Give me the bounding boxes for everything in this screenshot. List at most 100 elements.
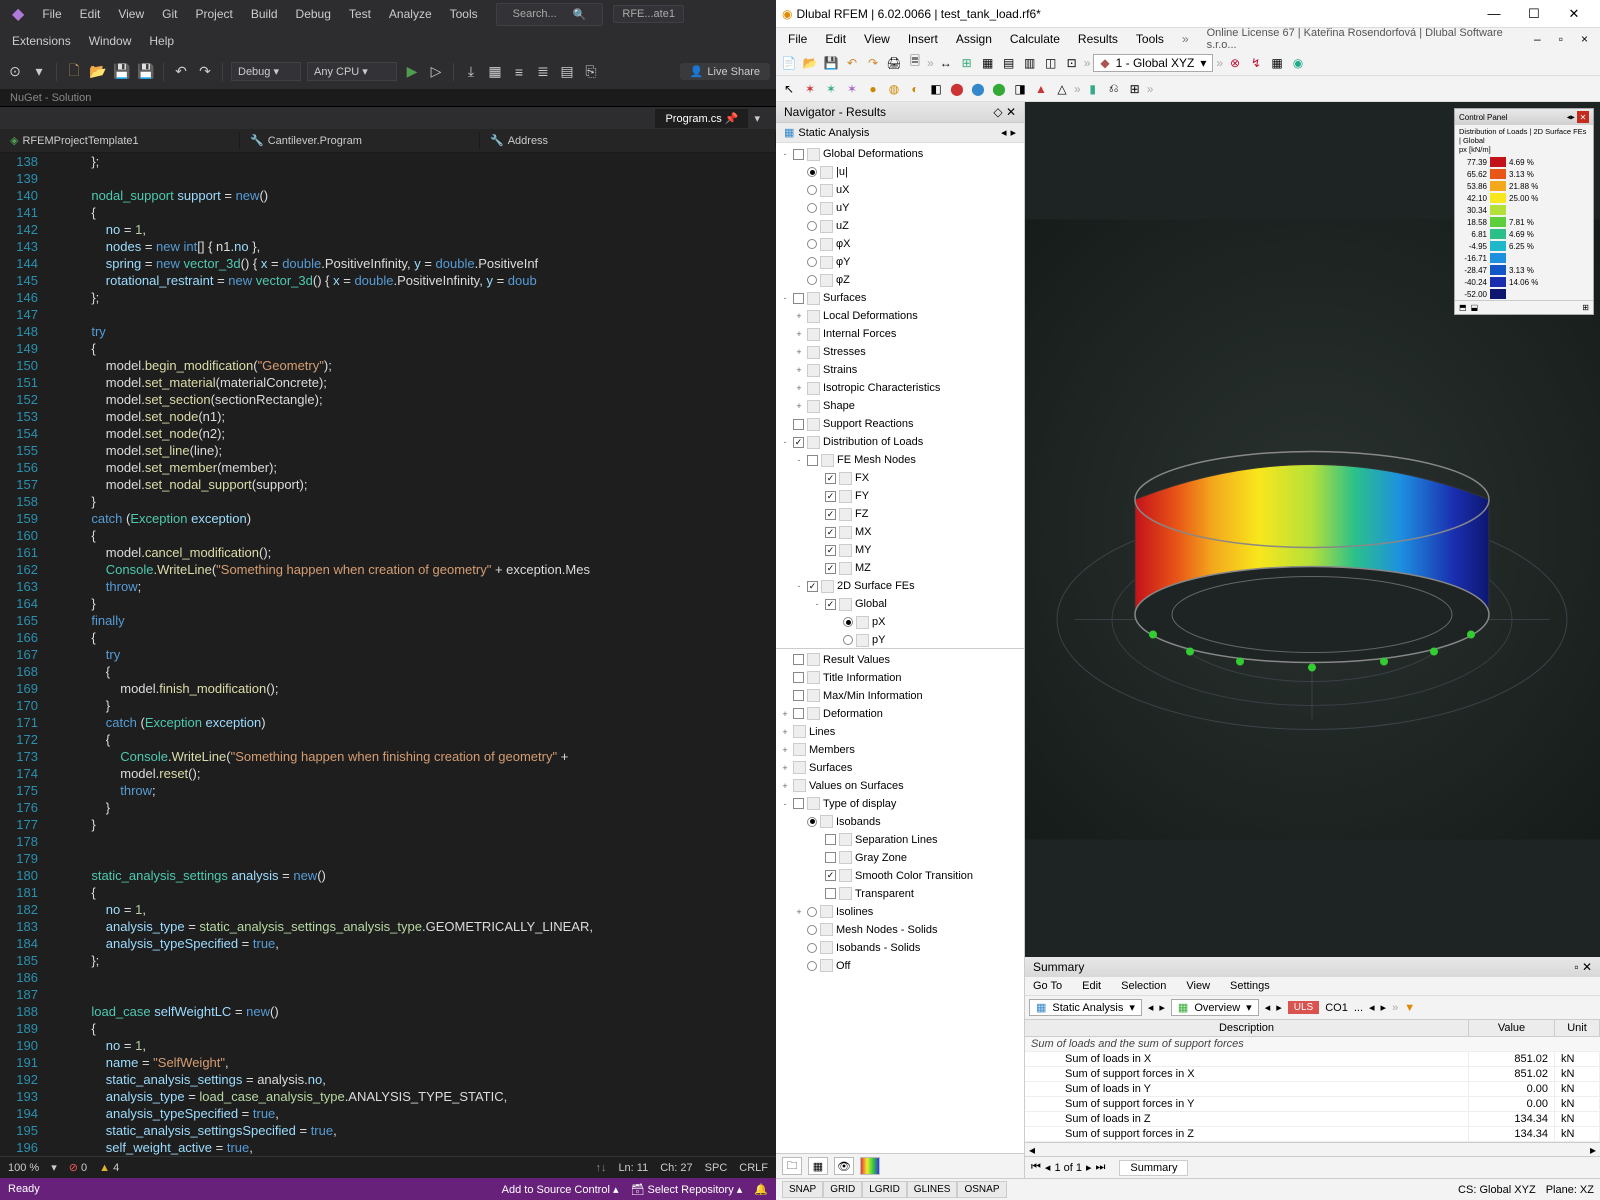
nav-tab-icon[interactable]: ▦ bbox=[808, 1157, 828, 1175]
new-icon[interactable]: 📄 bbox=[780, 54, 798, 72]
crlf-label[interactable]: CRLF bbox=[739, 1162, 768, 1174]
tb-icon[interactable]: ◐ bbox=[906, 80, 924, 98]
menu-item[interactable]: Analyze bbox=[381, 5, 440, 23]
solution-name[interactable]: RFE...ate1 bbox=[613, 5, 684, 23]
tb-icon[interactable]: ✶ bbox=[822, 80, 840, 98]
tree-node[interactable]: -Surfaces bbox=[776, 289, 1024, 307]
nav-tree-bottom[interactable]: Result ValuesTitle InformationMax/Min In… bbox=[776, 649, 1024, 1154]
tb-icon[interactable]: ⬤ bbox=[990, 80, 1008, 98]
tree-node[interactable]: -Global bbox=[776, 595, 1024, 613]
new-icon[interactable]: 🗋 bbox=[65, 63, 83, 81]
tree-node[interactable]: -Distribution of Loads bbox=[776, 433, 1024, 451]
menu-item[interactable]: Assign bbox=[948, 30, 1000, 48]
tree-node[interactable]: +Members bbox=[776, 741, 1024, 759]
overview-combo[interactable]: ▦Overview ▾ bbox=[1171, 999, 1259, 1016]
menu-item[interactable]: Git bbox=[154, 5, 185, 23]
last-icon[interactable]: ⏭ bbox=[1096, 1161, 1106, 1174]
tree-node[interactable]: Title Information bbox=[776, 669, 1024, 687]
grid-toggle[interactable]: GRID bbox=[823, 1181, 862, 1198]
tb-icon[interactable]: ▦ bbox=[1268, 54, 1286, 72]
tree-node[interactable]: +Lines bbox=[776, 723, 1024, 741]
tree-node[interactable]: +Strains bbox=[776, 361, 1024, 379]
warn-count[interactable]: ▲ 4 bbox=[99, 1162, 119, 1174]
menu-item[interactable]: Settings bbox=[1226, 979, 1274, 993]
tb-icon[interactable]: ▦ bbox=[979, 54, 997, 72]
first-icon[interactable]: ⏮ bbox=[1031, 1161, 1041, 1174]
tb-icon[interactable]: ✶ bbox=[801, 80, 819, 98]
doc-close-icon[interactable]: × bbox=[1573, 30, 1596, 48]
fwd-icon[interactable]: ▾ bbox=[30, 63, 48, 81]
play-icon[interactable]: ▶ bbox=[403, 63, 421, 81]
nav-tree-top[interactable]: -Global Deformations|u|uXuYuZφXφYφZ-Surf… bbox=[776, 143, 1024, 649]
menu-item[interactable]: Results bbox=[1070, 30, 1126, 48]
tree-node[interactable]: Support Reactions bbox=[776, 415, 1024, 433]
tb-icon[interactable]: ⊡ bbox=[1063, 54, 1081, 72]
zoom-label[interactable]: 100 % bbox=[8, 1162, 39, 1174]
nuget-tab[interactable]: NuGet - Solution bbox=[0, 90, 776, 107]
undo-icon[interactable]: ↶ bbox=[843, 54, 861, 72]
tb-icon[interactable]: ⬤ bbox=[969, 80, 987, 98]
minimize-icon[interactable]: — bbox=[1474, 2, 1514, 26]
tb-icon[interactable]: ▤ bbox=[558, 63, 576, 81]
menu-item[interactable]: Project bbox=[187, 5, 240, 23]
nav-tab-icon[interactable]: 👁 bbox=[834, 1157, 854, 1175]
tb-icon[interactable]: ⊗ bbox=[1226, 54, 1244, 72]
menu-item[interactable]: Window bbox=[81, 32, 140, 50]
prev-icon[interactable]: ◂ bbox=[1148, 1001, 1154, 1014]
filter-icon[interactable]: ▼ bbox=[1404, 1002, 1415, 1014]
redo-icon[interactable]: ↷ bbox=[864, 54, 882, 72]
tb-icon[interactable]: ✶ bbox=[843, 80, 861, 98]
tb-icon[interactable]: ⤓ bbox=[462, 63, 480, 81]
save-icon[interactable]: 💾 bbox=[822, 54, 840, 72]
hscroll-left-icon[interactable]: ◂ bbox=[1029, 1143, 1035, 1156]
nav-tab-icon[interactable]: 🗀 bbox=[782, 1157, 802, 1175]
tb-icon[interactable]: ≡ bbox=[510, 63, 528, 81]
tb-icon[interactable]: ↔ bbox=[937, 54, 955, 72]
tree-node[interactable]: FX bbox=[776, 469, 1024, 487]
next-icon[interactable]: ▸ bbox=[1159, 1001, 1165, 1014]
table-row[interactable]: Sum of loads in Y0.00kN bbox=[1025, 1082, 1600, 1097]
table-row[interactable]: Sum of support forces in Z134.34kN bbox=[1025, 1127, 1600, 1142]
menu-item[interactable]: View bbox=[110, 5, 152, 23]
menu-item[interactable]: Tools bbox=[442, 5, 486, 23]
tb-icon[interactable]: ▲ bbox=[1032, 80, 1050, 98]
redo-icon[interactable]: ↷ bbox=[196, 63, 214, 81]
scale-icon[interactable]: ⬒ bbox=[1459, 303, 1467, 312]
tree-node[interactable]: -Global Deformations bbox=[776, 145, 1024, 163]
tb-icon[interactable]: ▥ bbox=[1021, 54, 1039, 72]
summary-tab[interactable]: Summary bbox=[1119, 1160, 1188, 1176]
tree-node[interactable]: Mesh Nodes - Solids bbox=[776, 921, 1024, 939]
tb-icon[interactable]: ◨ bbox=[1011, 80, 1029, 98]
open-icon[interactable]: 📂 bbox=[801, 54, 819, 72]
tree-node[interactable]: Max/Min Information bbox=[776, 687, 1024, 705]
table-row[interactable]: Sum of loads in Z134.34kN bbox=[1025, 1112, 1600, 1127]
tree-node[interactable]: +Surfaces bbox=[776, 759, 1024, 777]
osnap-toggle[interactable]: OSNAP bbox=[957, 1181, 1006, 1198]
control-panel[interactable]: Control Panel ◂▸ ✕ Distribution of Loads… bbox=[1454, 108, 1594, 315]
crumb-method[interactable]: 🔧Address bbox=[480, 132, 776, 149]
tree-node[interactable]: uX bbox=[776, 181, 1024, 199]
tree-node[interactable]: -2D Surface FEs bbox=[776, 577, 1024, 595]
lgrid-toggle[interactable]: LGRID bbox=[862, 1181, 907, 1198]
tb-icon[interactable]: ◧ bbox=[927, 80, 945, 98]
tree-node[interactable]: MX bbox=[776, 523, 1024, 541]
close-icon[interactable]: ✕ bbox=[1577, 111, 1589, 123]
tree-node[interactable]: |u| bbox=[776, 163, 1024, 181]
menu-item[interactable]: Insert bbox=[900, 30, 946, 48]
menu-item[interactable]: Go To bbox=[1029, 979, 1066, 993]
tree-node[interactable]: uZ bbox=[776, 217, 1024, 235]
live-share-button[interactable]: 👤Live Share bbox=[680, 63, 770, 80]
ln-label[interactable]: Ln: 11 bbox=[618, 1162, 648, 1174]
menu-item[interactable]: Test bbox=[341, 5, 379, 23]
tree-node[interactable]: φX bbox=[776, 235, 1024, 253]
tb-icon[interactable]: ⎌ bbox=[1105, 80, 1123, 98]
tb-icon[interactable]: ● bbox=[864, 80, 882, 98]
menu-item[interactable]: File bbox=[34, 5, 69, 23]
tb-icon[interactable]: ≣ bbox=[534, 63, 552, 81]
spc-label[interactable]: SPC bbox=[705, 1162, 728, 1174]
tree-node[interactable]: Smooth Color Transition bbox=[776, 867, 1024, 885]
code-editor[interactable]: 138 139 140 141 142 143 144 145 146 147 … bbox=[0, 153, 776, 1156]
tb-icon[interactable]: ▮ bbox=[1084, 80, 1102, 98]
tree-node[interactable]: MZ bbox=[776, 559, 1024, 577]
table-row[interactable]: Sum of loads in X851.02kN bbox=[1025, 1052, 1600, 1067]
